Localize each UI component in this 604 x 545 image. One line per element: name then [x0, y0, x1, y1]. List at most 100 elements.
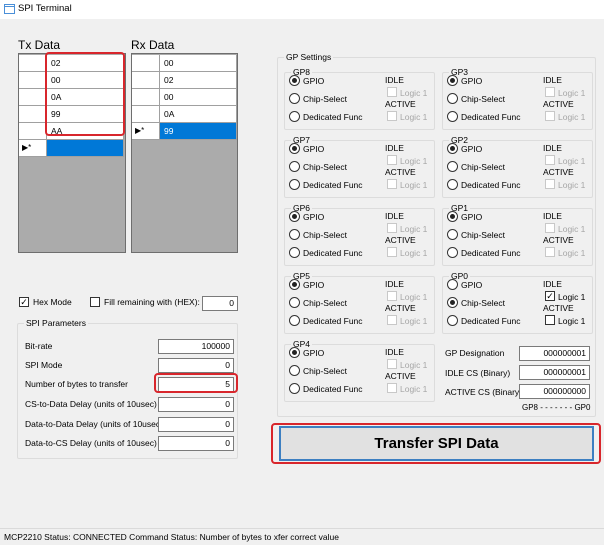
data-cell[interactable]: 02 [160, 72, 237, 89]
tx-data-label: Tx Data [18, 38, 61, 52]
idle-logic-label: Logic 1 [558, 88, 586, 98]
spi-parameters-title: SPI Parameters [24, 318, 88, 328]
row-header[interactable] [19, 123, 47, 140]
active-logic-label: Logic 1 [400, 384, 428, 394]
gp-designation-input[interactable]: 000000001 [519, 346, 590, 361]
gpio-radio[interactable] [447, 211, 458, 222]
idle-logic-checkbox[interactable] [545, 87, 555, 97]
spi-param-input[interactable]: 0 [158, 397, 234, 412]
idle-logic-checkbox[interactable] [545, 155, 555, 165]
row-header[interactable] [19, 106, 47, 123]
ded-radio[interactable] [289, 111, 300, 122]
spi-param-input[interactable]: 100000 [158, 339, 234, 354]
idle-logic-checkbox[interactable] [387, 87, 397, 97]
row-header[interactable] [19, 89, 47, 106]
active-logic-label: Logic 1 [558, 316, 586, 326]
title-bar: SPI Terminal [0, 0, 604, 19]
data-cell[interactable]: 00 [160, 55, 237, 72]
data-cell[interactable]: 0A [160, 106, 237, 123]
gpio-radio[interactable] [289, 143, 300, 154]
active-cs-input[interactable]: 000000000 [519, 384, 590, 399]
idle-logic-checkbox[interactable] [387, 359, 397, 369]
fill-value-input[interactable]: 0 [202, 296, 238, 311]
cs-radio[interactable] [447, 161, 458, 172]
active-logic-checkbox[interactable] [387, 247, 397, 257]
idle-logic-label: Logic 1 [400, 156, 428, 166]
bytes-highlight [154, 373, 238, 393]
idle-logic-checkbox[interactable] [387, 291, 397, 301]
rx-data-grid[interactable]: 00 02 00 0A ▶* 99 [131, 53, 238, 253]
ded-radio[interactable] [289, 315, 300, 326]
row-header[interactable]: ▶* [19, 140, 47, 157]
row-header[interactable] [19, 72, 47, 89]
active-label: ACTIVE [543, 167, 574, 177]
cs-radio[interactable] [289, 161, 300, 172]
cs-radio[interactable] [447, 93, 458, 104]
cs-radio[interactable] [289, 229, 300, 240]
new-row-cell[interactable] [47, 140, 124, 157]
active-logic-checkbox[interactable] [545, 179, 555, 189]
idle-logic-checkbox[interactable]: ✓ [545, 291, 555, 301]
row-header[interactable] [132, 89, 160, 106]
data-cell[interactable]: 99 [160, 123, 237, 140]
hex-mode-checkbox[interactable]: ✓ [19, 297, 29, 307]
idle-logic-checkbox[interactable] [387, 223, 397, 233]
active-logic-checkbox[interactable] [545, 247, 555, 257]
gpio-radio[interactable] [289, 75, 300, 86]
ded-radio[interactable] [289, 247, 300, 258]
gpio-radio[interactable] [289, 279, 300, 290]
gpio-radio[interactable] [289, 347, 300, 358]
cs-radio[interactable] [289, 297, 300, 308]
gp-settings-title: GP Settings [284, 52, 334, 62]
active-logic-checkbox[interactable] [387, 179, 397, 189]
data-cell[interactable]: 00 [160, 89, 237, 106]
idle-logic-checkbox[interactable] [545, 223, 555, 233]
cs-label: Chip-Select [303, 162, 347, 172]
status-bar-text: MCP2210 Status: CONNECTED Command Status… [4, 532, 339, 542]
ded-radio[interactable] [289, 179, 300, 190]
ded-radio[interactable] [447, 179, 458, 190]
idle-logic-checkbox[interactable] [387, 155, 397, 165]
spi-param-input[interactable]: 0 [158, 436, 234, 451]
transfer-spi-data-button[interactable]: Transfer SPI Data [279, 426, 594, 461]
ded-radio[interactable] [447, 315, 458, 326]
active-logic-checkbox[interactable] [387, 383, 397, 393]
idle-label: IDLE [385, 143, 404, 153]
row-header[interactable] [132, 72, 160, 89]
spi-param-input[interactable]: 0 [158, 417, 234, 432]
gp-range-label: GP8 - - - - - - - GP0 [522, 403, 591, 412]
spi-param-label: Data-to-Data Delay (units of 10usec) [25, 419, 163, 429]
ded-radio[interactable] [289, 383, 300, 394]
ded-radio[interactable] [447, 111, 458, 122]
ded-radio[interactable] [447, 247, 458, 258]
active-label: ACTIVE [543, 303, 574, 313]
row-header[interactable] [19, 55, 47, 72]
idle-logic-label: Logic 1 [558, 224, 586, 234]
gpio-radio[interactable] [289, 211, 300, 222]
active-logic-checkbox[interactable] [545, 315, 555, 325]
spi-param-input[interactable]: 0 [158, 358, 234, 373]
gpio-radio[interactable] [447, 279, 458, 290]
cs-radio[interactable] [289, 93, 300, 104]
row-header[interactable] [132, 55, 160, 72]
cs-radio[interactable] [447, 297, 458, 308]
idle-logic-label: Logic 1 [558, 156, 586, 166]
fill-remaining-label: Fill remaining with (HEX): [104, 297, 200, 307]
active-logic-checkbox[interactable] [387, 315, 397, 325]
active-label: ACTIVE [385, 235, 416, 245]
row-header[interactable] [132, 106, 160, 123]
ded-label: Dedicated Func [303, 112, 363, 122]
cs-radio[interactable] [447, 229, 458, 240]
gpio-radio[interactable] [447, 143, 458, 154]
cs-label: Chip-Select [303, 366, 347, 376]
cs-radio[interactable] [289, 365, 300, 376]
spi-param-label: Number of bytes to transfer [25, 379, 128, 389]
gpio-radio[interactable] [447, 75, 458, 86]
idle-label: IDLE [543, 143, 562, 153]
active-logic-checkbox[interactable] [387, 111, 397, 121]
row-header[interactable]: ▶* [132, 123, 160, 140]
active-logic-checkbox[interactable] [545, 111, 555, 121]
idle-cs-input[interactable]: 000000001 [519, 365, 590, 380]
idle-logic-label: Logic 1 [400, 88, 428, 98]
fill-remaining-checkbox[interactable] [90, 297, 100, 307]
